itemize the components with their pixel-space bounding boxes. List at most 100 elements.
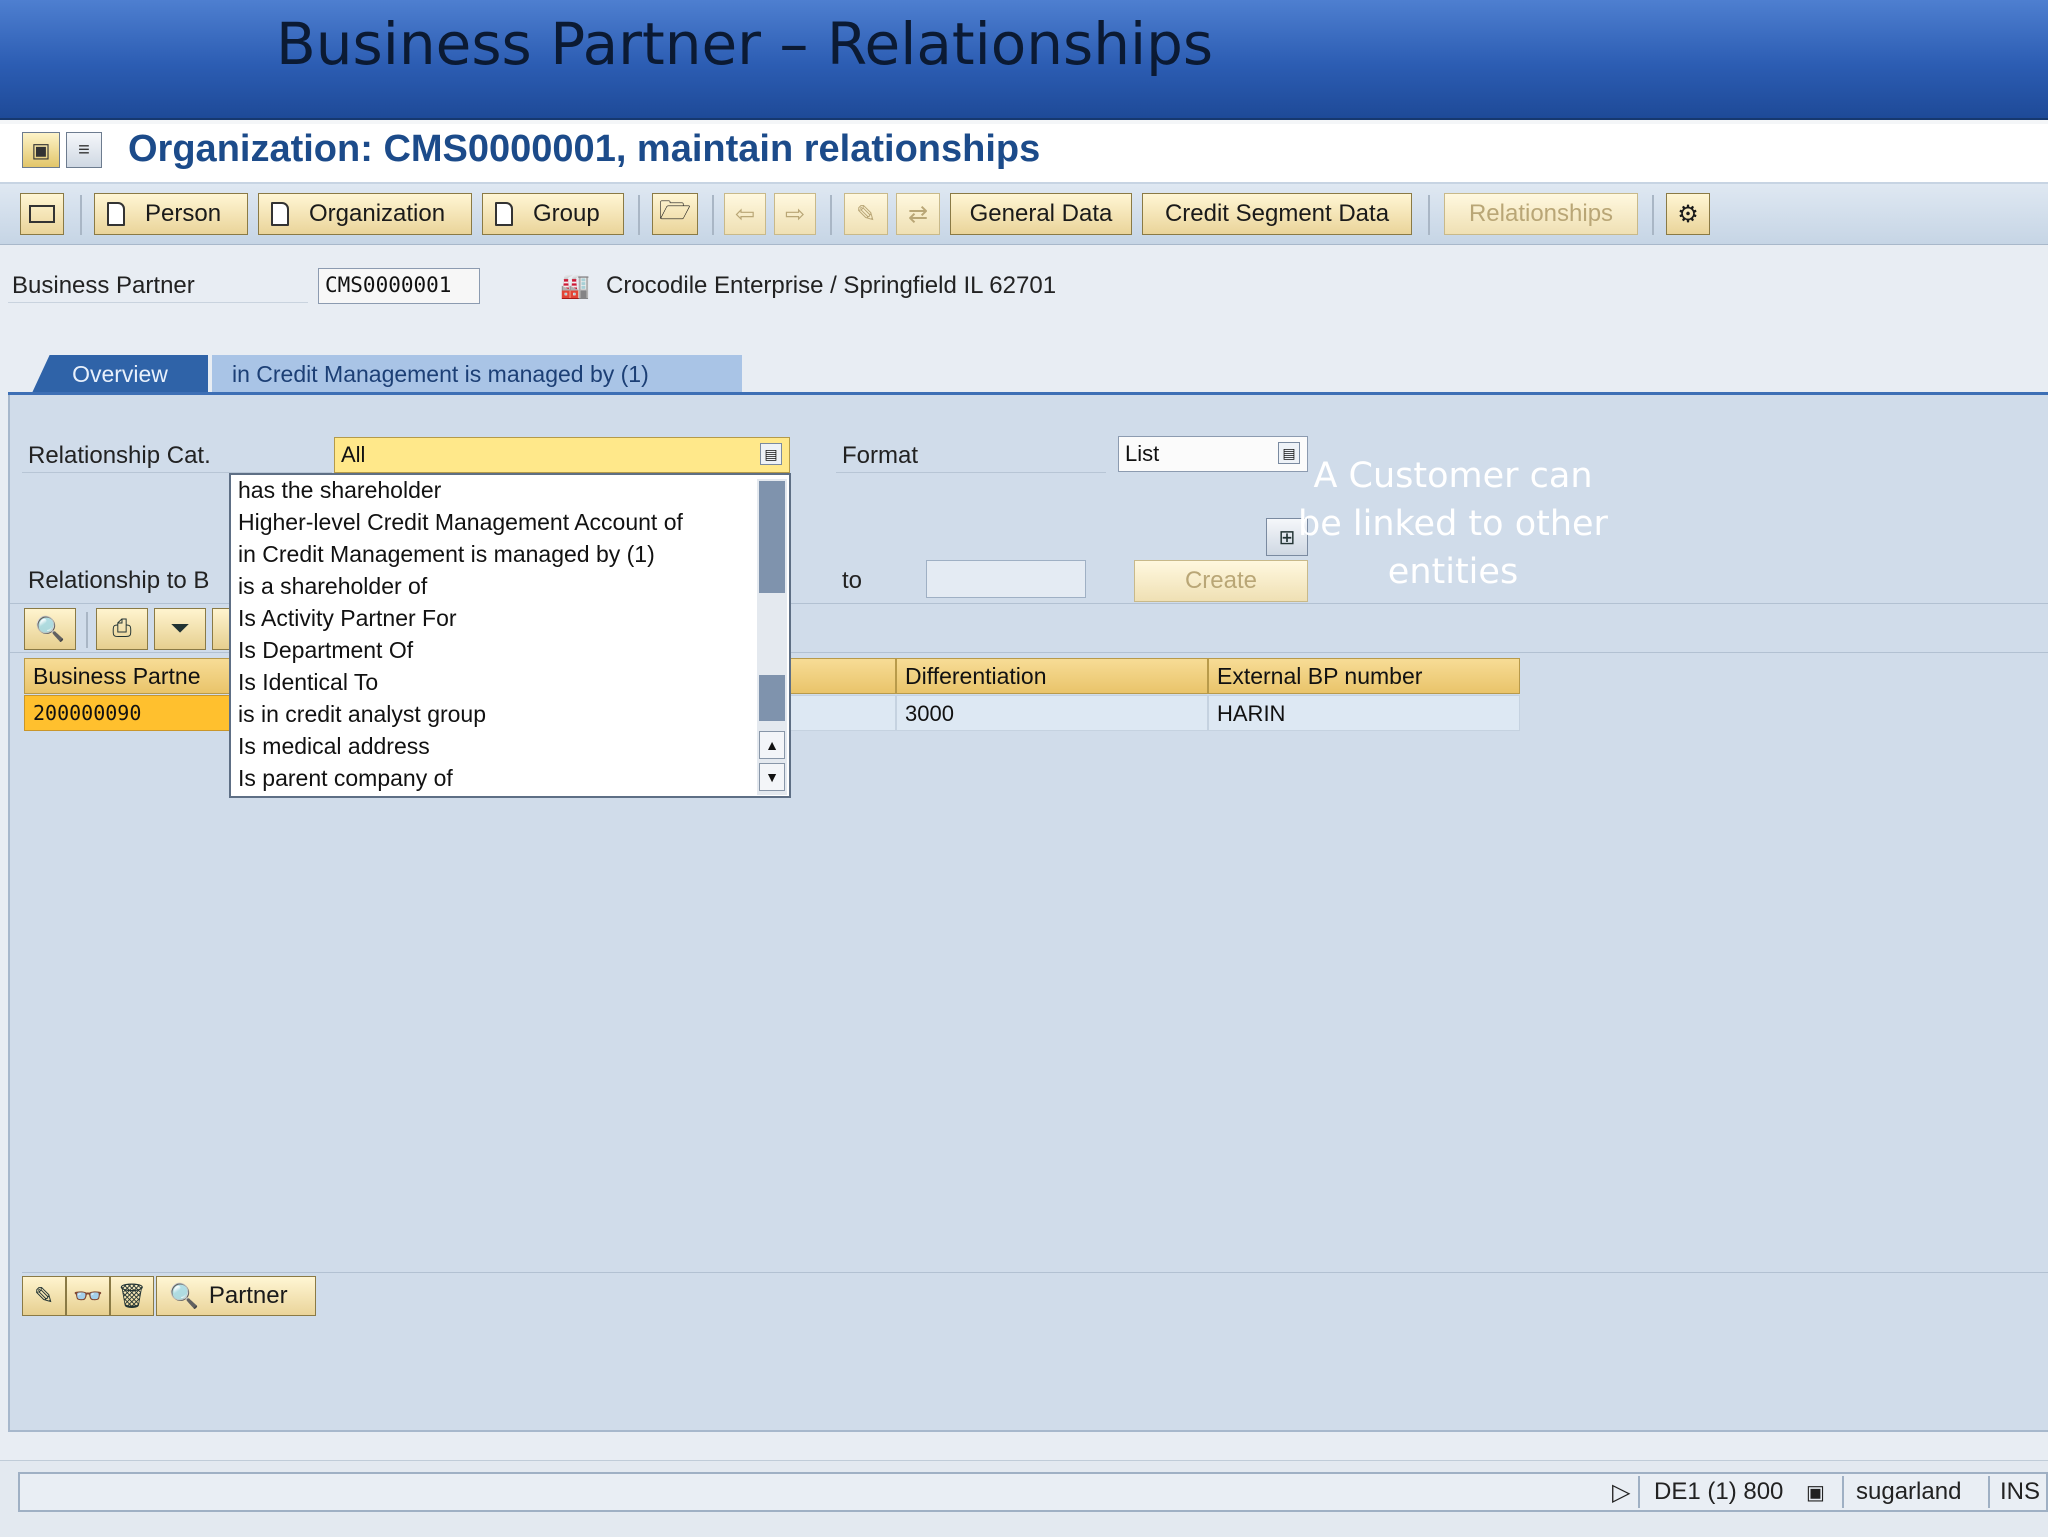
credit-segment-data-label: Credit Segment Data bbox=[1164, 200, 1390, 227]
print-button[interactable]: ⎙ bbox=[96, 608, 148, 650]
dropdown-scrollbar[interactable]: ▲ ▼ bbox=[757, 479, 787, 795]
create-button[interactable]: Create bbox=[1134, 560, 1308, 602]
list-item[interactable]: Higher-level Credit Management Account o… bbox=[238, 507, 683, 537]
more-functions-button[interactable]: ⚙ bbox=[1666, 193, 1710, 235]
notes-icon[interactable]: ≡ bbox=[66, 132, 102, 168]
switch-icon: ⇄ bbox=[907, 200, 929, 228]
table-cell-differentiation[interactable]: 3000 bbox=[896, 695, 1208, 731]
group-button[interactable]: Group bbox=[482, 193, 624, 235]
status-divider bbox=[1842, 1476, 1844, 1508]
to-label: to bbox=[842, 567, 863, 594]
next-button[interactable]: ⇨ bbox=[774, 193, 816, 235]
system-menu-icon[interactable]: ▣ bbox=[22, 132, 60, 168]
list-item[interactable]: Is parent company of bbox=[238, 763, 453, 793]
tab-credit-management[interactable]: in Credit Management is managed by (1) bbox=[212, 355, 742, 393]
list-item[interactable]: Is Identical To bbox=[238, 667, 378, 697]
new-document-icon bbox=[107, 202, 125, 226]
new-document-icon bbox=[495, 202, 513, 226]
partner-button-label: Partner bbox=[208, 1282, 288, 1309]
trash-icon: 🗑 bbox=[116, 1282, 148, 1310]
list-item[interactable]: Is Activity Partner For bbox=[238, 603, 457, 633]
scroll-up-icon[interactable]: ▲ bbox=[759, 731, 785, 759]
print-icon: ⎙ bbox=[112, 615, 132, 642]
format-value: List bbox=[1125, 441, 1160, 466]
toolbar-separator bbox=[1652, 195, 1654, 235]
tab-credit-management-label: in Credit Management is managed by (1) bbox=[232, 360, 649, 387]
list-item[interactable]: is a shareholder of bbox=[238, 571, 427, 601]
filter-button[interactable]: ⏷ bbox=[154, 608, 206, 650]
edit-button[interactable]: ✎ bbox=[22, 1276, 66, 1316]
dropdown-icon[interactable]: ▤ bbox=[760, 443, 782, 465]
column-header-business-partner[interactable]: Business Partne bbox=[24, 658, 230, 694]
business-partner-description: Crocodile Enterprise / Springfield IL 62… bbox=[606, 272, 1057, 299]
toolbar-separator bbox=[712, 195, 714, 235]
arrow-right-icon: ⇨ bbox=[784, 200, 806, 228]
status-server: sugarland bbox=[1856, 1478, 1962, 1505]
column-header-external-bp-number[interactable]: External BP number bbox=[1208, 658, 1520, 694]
relationship-to-label: Relationship to B bbox=[28, 567, 210, 594]
general-data-button[interactable]: General Data bbox=[950, 193, 1132, 235]
list-item[interactable]: in Credit Management is managed by (1) bbox=[238, 539, 655, 569]
label-underline bbox=[8, 302, 308, 303]
format-label: Format bbox=[842, 442, 919, 469]
person-button-label: Person bbox=[145, 200, 222, 227]
glasses-icon: 👓 bbox=[73, 1282, 103, 1310]
relationship-category-label: Relationship Cat. bbox=[28, 442, 211, 469]
pencil-icon: ✎ bbox=[33, 1282, 55, 1310]
column-header-differentiation[interactable]: Differentiation bbox=[896, 658, 1208, 694]
organization-button[interactable]: Organization bbox=[258, 193, 472, 235]
open-button[interactable]: 🗁 bbox=[652, 193, 698, 235]
relationships-label: Relationships bbox=[1468, 200, 1614, 227]
table-cell-business-partner[interactable]: 200000090 bbox=[24, 695, 230, 731]
open-folder-icon: 🗁 bbox=[658, 195, 692, 225]
status-session-icon[interactable]: ▣ bbox=[1806, 1472, 1825, 1512]
delete-button[interactable]: 🗑 bbox=[110, 1276, 154, 1316]
annotation-text: A Customer can be linked to other entiti… bbox=[1298, 456, 1608, 592]
toolbar-separator bbox=[80, 195, 82, 235]
status-mode: INS bbox=[2000, 1478, 2041, 1505]
slide-title: Business Partner – Relationships bbox=[276, 10, 1214, 78]
credit-segment-data-button[interactable]: Credit Segment Data bbox=[1142, 193, 1412, 235]
business-partner-label: Business Partner bbox=[12, 272, 195, 299]
to-field[interactable] bbox=[926, 560, 1086, 598]
relationship-category-select[interactable]: All bbox=[334, 437, 790, 473]
partner-button[interactable]: 🔍 Partner bbox=[156, 1276, 316, 1316]
arrow-left-icon: ⇦ bbox=[734, 200, 756, 228]
tab-overview-label: Overview bbox=[72, 360, 168, 387]
scrollbar-thumb[interactable] bbox=[759, 481, 785, 593]
edit-toggle-button[interactable]: ✎ bbox=[844, 193, 888, 235]
scroll-down-icon[interactable]: ▼ bbox=[759, 763, 785, 791]
tab-overview[interactable]: Overview bbox=[32, 355, 208, 393]
general-data-label: General Data bbox=[969, 200, 1113, 227]
toolbar-separator bbox=[86, 612, 88, 648]
toolbar-separator bbox=[830, 195, 832, 235]
list-item[interactable]: Is medical address bbox=[238, 731, 430, 761]
settings-icon: ⚙ bbox=[1677, 200, 1699, 228]
status-system: DE1 (1) 800 bbox=[1654, 1478, 1784, 1505]
layout-toggle-button[interactable] bbox=[20, 193, 64, 235]
relationships-button[interactable]: Relationships bbox=[1444, 193, 1638, 235]
building-icon: 🏭 bbox=[560, 273, 590, 300]
list-item[interactable]: Is Department Of bbox=[238, 635, 413, 665]
details-search-button[interactable]: 🔍 bbox=[24, 608, 76, 650]
table-cell-external-bp-number[interactable]: HARIN bbox=[1208, 695, 1520, 731]
dropdown-icon[interactable]: ▤ bbox=[1278, 442, 1300, 464]
status-divider bbox=[1988, 1476, 1990, 1508]
switch-button[interactable]: ⇄ bbox=[896, 193, 940, 235]
display-button[interactable]: 👓 bbox=[66, 1276, 110, 1316]
toolbar-separator bbox=[638, 195, 640, 235]
magnifier-icon: 🔍 bbox=[169, 1282, 199, 1310]
previous-button[interactable]: ⇦ bbox=[724, 193, 766, 235]
pencil-glasses-icon: ✎ bbox=[855, 200, 877, 228]
create-button-label: Create bbox=[1184, 567, 1258, 594]
list-item[interactable]: is in credit analyst group bbox=[238, 699, 486, 729]
list-item[interactable]: has the shareholder bbox=[238, 475, 441, 505]
relationship-category-dropdown-list[interactable]: has the shareholder Higher-level Credit … bbox=[229, 473, 791, 798]
status-divider bbox=[1638, 1476, 1640, 1508]
person-button[interactable]: Person bbox=[94, 193, 248, 235]
scrollbar-thumb-lower bbox=[759, 675, 785, 721]
label-underline bbox=[836, 472, 1106, 473]
relationship-category-value: All bbox=[341, 442, 366, 467]
status-expand-icon[interactable]: ▷ bbox=[1612, 1472, 1630, 1512]
business-partner-field[interactable]: CMS0000001 bbox=[318, 268, 480, 304]
